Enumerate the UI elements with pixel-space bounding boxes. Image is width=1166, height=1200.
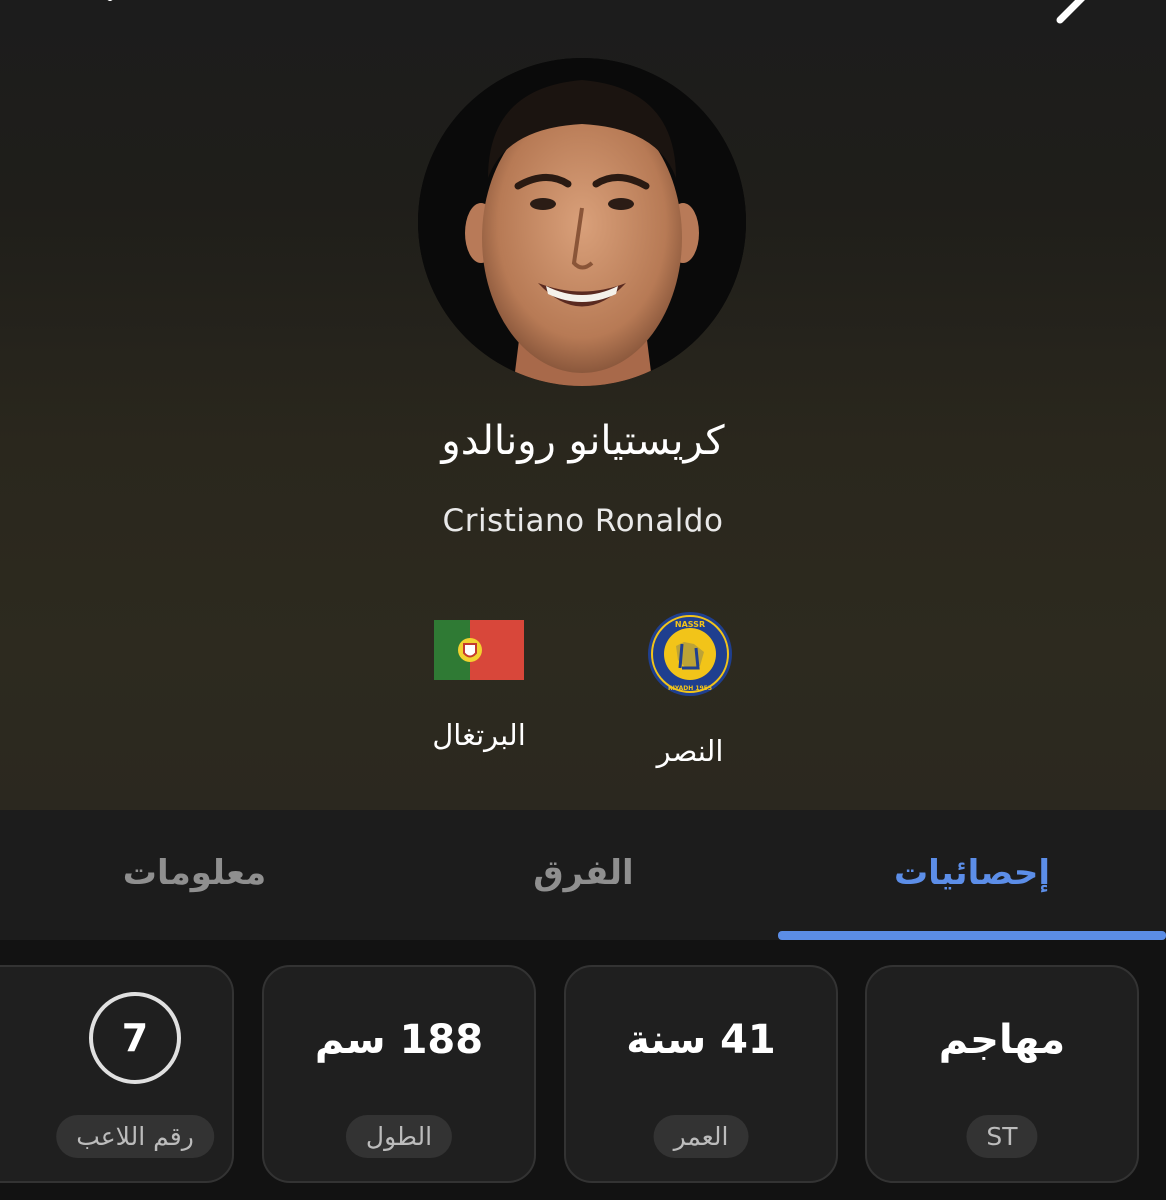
shirt-number-card: 7 رقم اللاعب xyxy=(0,965,234,1183)
position-value: مهاجم xyxy=(938,1017,1066,1063)
tab-info[interactable]: معلومات xyxy=(0,810,389,940)
height-value: 188 سم xyxy=(314,1017,484,1063)
age-value: 41 سنة xyxy=(626,1017,776,1063)
crest-bottom-text: RIYADH 1955 xyxy=(668,685,712,692)
tab-teams[interactable]: الفرق xyxy=(389,810,778,940)
height-label: الطول xyxy=(345,1115,453,1158)
position-label: ST xyxy=(966,1115,1038,1158)
country-team[interactable]: البرتغال xyxy=(359,620,599,752)
country-label: البرتغال xyxy=(432,718,526,752)
crest-top-text: NASSR xyxy=(675,620,705,629)
active-tab-indicator xyxy=(778,931,1166,940)
favorite-icon[interactable] xyxy=(80,0,140,24)
shirt-number-label: رقم اللاعب xyxy=(56,1115,214,1158)
stats-cards: مهاجم ST 41 سنة العمر 188 سم الطول 7 رقم… xyxy=(0,940,1166,1200)
al-nassr-crest-icon: NASSR RIYADH 1955 xyxy=(648,612,732,696)
club-team[interactable]: NASSR RIYADH 1955 النصر xyxy=(570,610,810,768)
shirt-number-value: 7 xyxy=(89,992,181,1084)
tab-bar: معلومات الفرق إحصائيات xyxy=(0,810,1166,940)
player-name-english: Cristiano Ronaldo xyxy=(442,503,724,539)
player-header: كريستيانو رونالدو Cristiano Ronaldo NASS… xyxy=(0,0,1166,810)
tab-stats[interactable]: إحصائيات xyxy=(778,810,1166,940)
age-card: 41 سنة العمر xyxy=(564,965,838,1183)
height-card: 188 سم الطول xyxy=(262,965,536,1183)
player-avatar xyxy=(418,58,746,386)
share-icon[interactable] xyxy=(1050,0,1100,24)
club-label: النصر xyxy=(656,734,724,768)
player-name-arabic: كريستيانو رونالدو xyxy=(441,418,725,464)
player-photo xyxy=(418,58,746,386)
age-label: العمر xyxy=(653,1115,749,1158)
position-card: مهاجم ST xyxy=(865,965,1139,1183)
portugal-flag-icon xyxy=(434,620,524,680)
